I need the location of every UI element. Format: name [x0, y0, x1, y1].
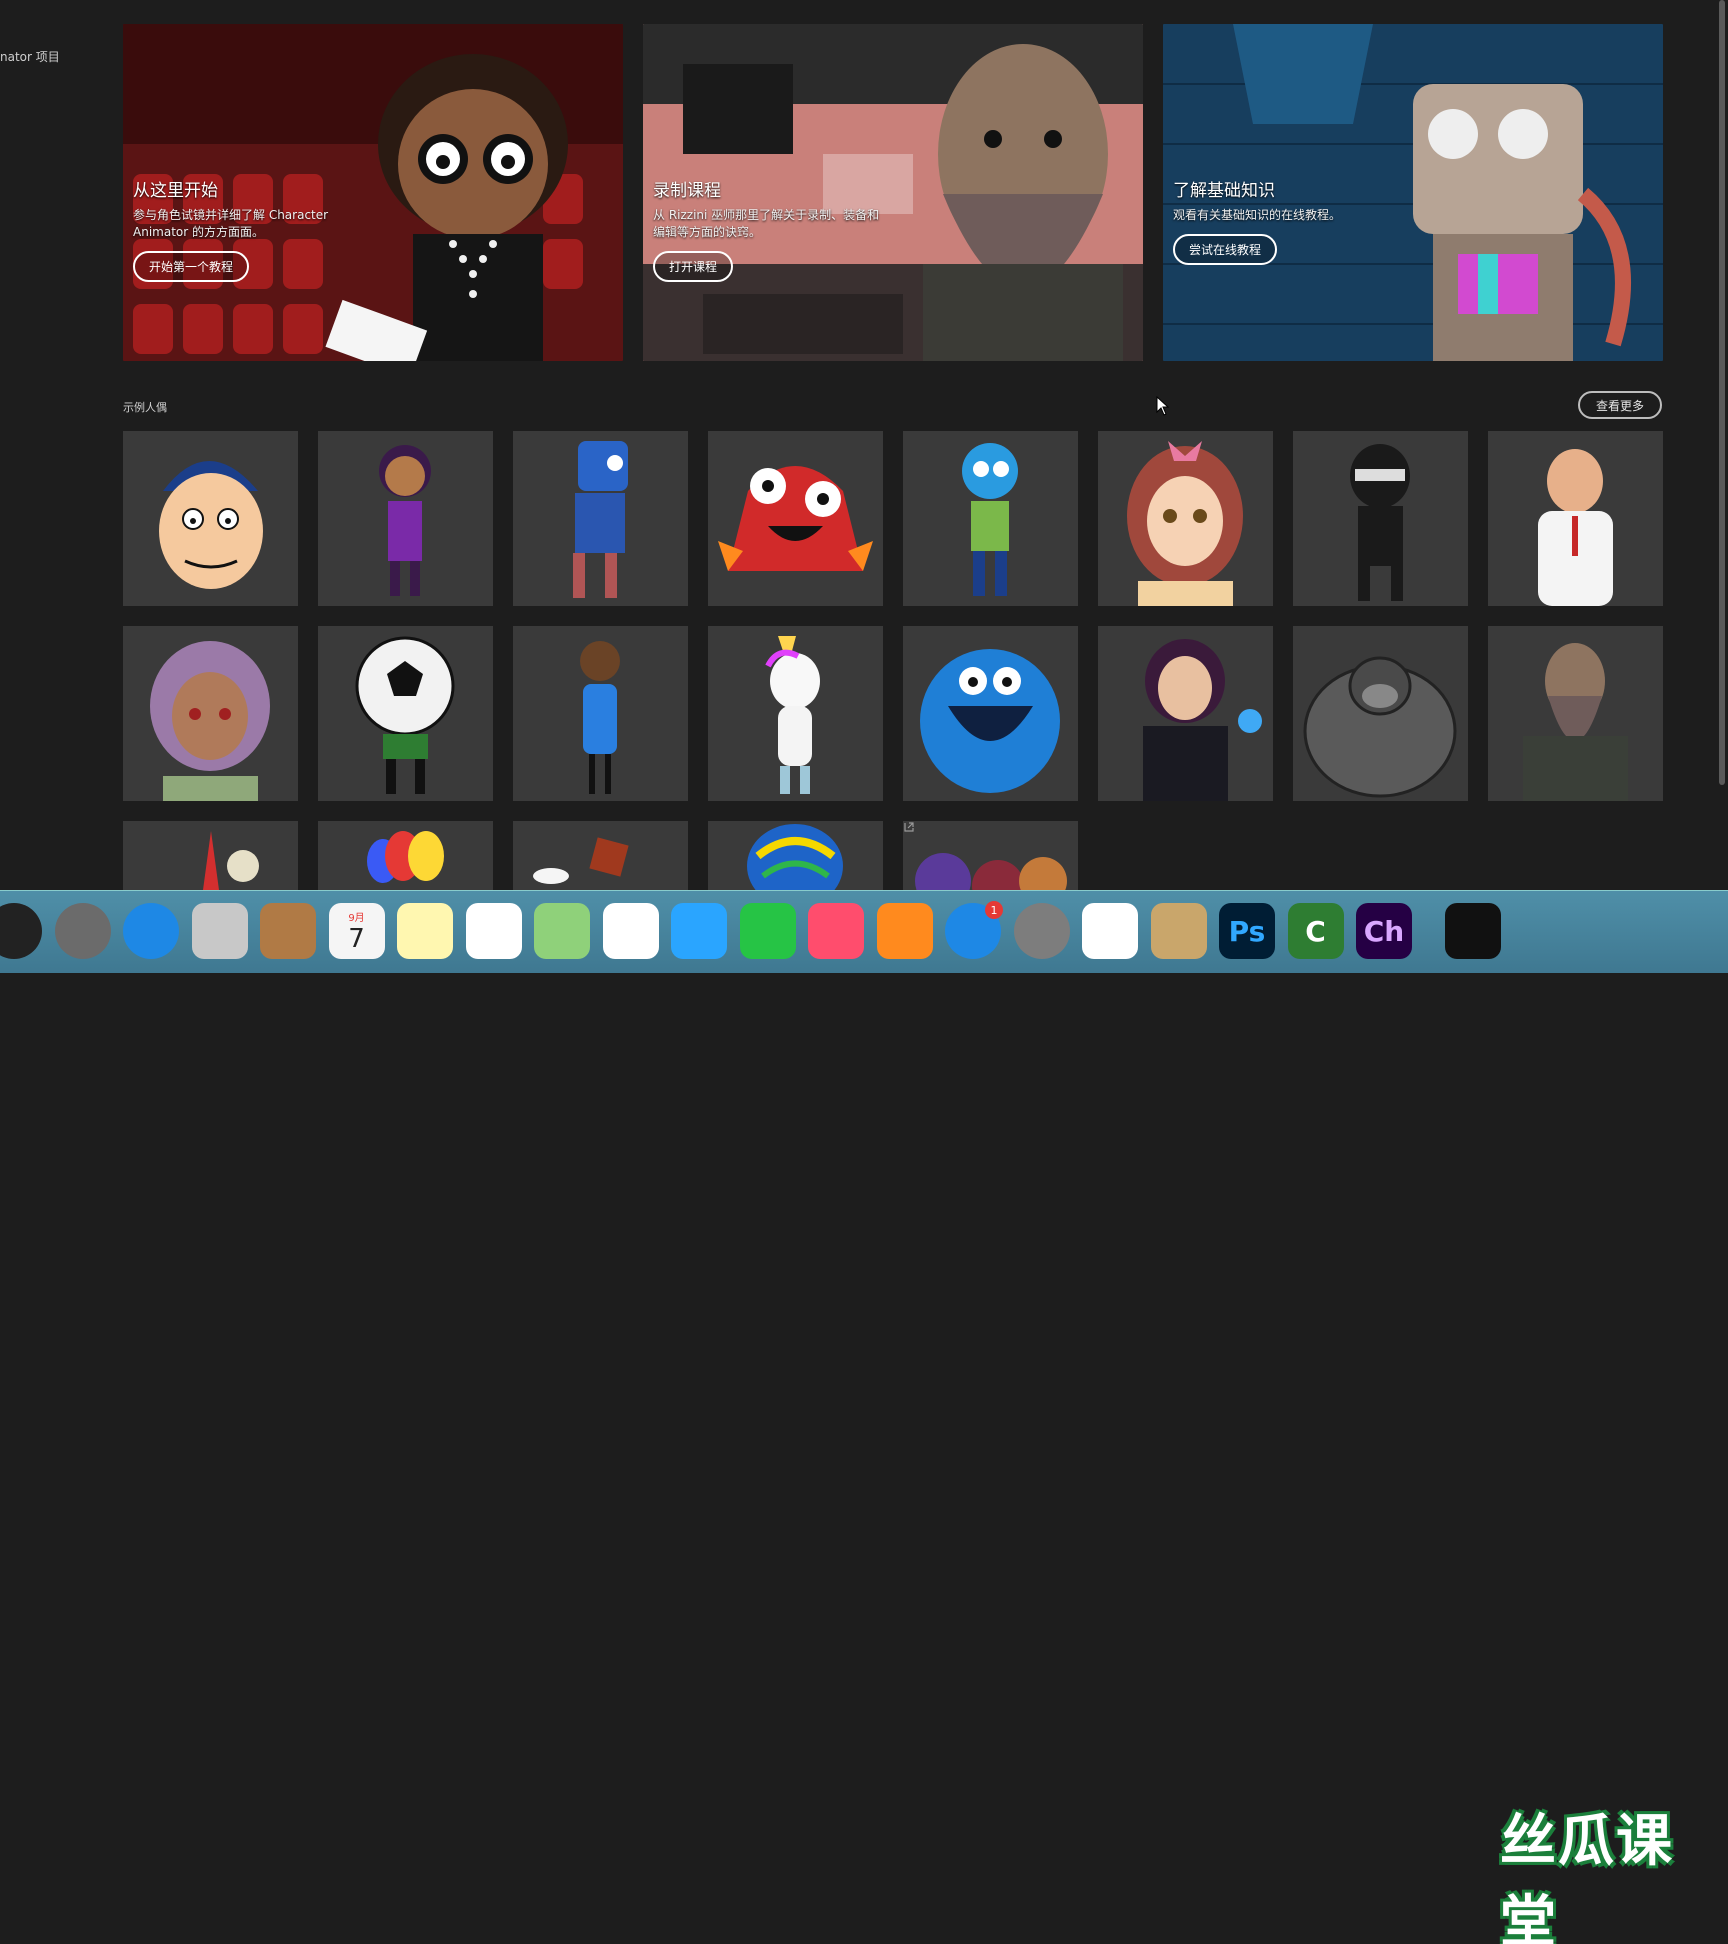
safari-icon[interactable] [123, 903, 179, 959]
puppet-blue-beast[interactable] [903, 626, 1078, 801]
puppet-blue-robot[interactable] [513, 431, 688, 606]
screen-recorder-icon[interactable] [1444, 903, 1501, 959]
mouse-cursor-icon [1156, 396, 1170, 416]
reminders-icon-glyph [466, 903, 522, 959]
archive-utility-icon[interactable] [1150, 903, 1207, 959]
facetime-icon[interactable] [739, 903, 796, 959]
appstore-icon[interactable]: 1 [945, 901, 1003, 959]
launchpad-icon-glyph [55, 903, 111, 959]
character-animator-icon-glyph: Ch [1363, 914, 1405, 948]
scrollbar-thumb[interactable] [1719, 0, 1725, 785]
books-icon-glyph [877, 903, 933, 959]
contacts-icon-glyph [260, 903, 316, 959]
siri-icon[interactable] [0, 903, 42, 959]
maps-icon-glyph [534, 903, 590, 959]
photos-icon[interactable] [602, 903, 659, 959]
puppet-red-monster[interactable] [708, 431, 883, 606]
hero-start-here-title: 从这里开始 [133, 181, 218, 201]
system-preferences-icon[interactable] [1013, 903, 1070, 959]
hero-start-here[interactable]: 从这里开始 参与角色试镜并详细了解 Character Animator 的方方… [123, 24, 623, 361]
screen-recorder-icon-glyph [1445, 903, 1501, 959]
reminders-icon[interactable] [465, 903, 522, 959]
puppet-catgirl-purple[interactable] [123, 626, 298, 801]
notification-badge: 1 [985, 901, 1003, 919]
music-icon-glyph [808, 903, 864, 959]
puppet-ninja[interactable] [1293, 431, 1468, 606]
photoshop-icon-glyph: Ps [1228, 914, 1266, 948]
camtasia-icon-glyph: C [1305, 914, 1326, 948]
puppet-anime-girl[interactable] [1098, 431, 1273, 606]
puppet-girl-purple-dress[interactable] [318, 431, 493, 606]
safari-icon-glyph [123, 903, 179, 959]
facetime-icon-glyph [740, 903, 796, 959]
puppet-doctor[interactable] [1488, 431, 1663, 606]
contacts-icon[interactable] [260, 903, 316, 959]
hero-basics-title: 了解基础知识 [1173, 181, 1275, 201]
hero-start-here-desc: 参与角色试镜并详细了解 Character Animator 的方方面面。 [133, 208, 329, 239]
baidu-netdisk-icon[interactable] [1082, 903, 1138, 959]
calendar-month: 9月 [348, 912, 365, 924]
hero-record-course-desc: 从 Rizzini 巫师那里了解关于录制、装备和编辑等方面的诀窍。 [653, 208, 880, 239]
puppet-soccer-ball[interactable] [318, 626, 493, 801]
photos-icon-glyph [603, 903, 659, 959]
music-icon[interactable] [808, 903, 864, 959]
puppet-unicorn[interactable] [708, 626, 883, 801]
mail-stamp-icon[interactable] [191, 903, 248, 959]
sidebar-project-label[interactable]: nator 项目 [0, 48, 60, 65]
scrollbar[interactable] [1716, 0, 1728, 790]
archive-utility-icon-glyph [1151, 903, 1207, 959]
hero-basics-desc: 观看有关基础知识的在线教程。 [1173, 208, 1342, 222]
see-more-button[interactable]: 查看更多 [1578, 391, 1662, 419]
puppet-balloons[interactable] [318, 821, 493, 890]
sample-puppets-title: 示例人偶 [123, 401, 167, 414]
notes-icon-glyph [397, 903, 453, 959]
character-animator-icon[interactable]: Ch [1356, 903, 1412, 959]
try-online-tutorial-button[interactable]: 尝试在线教程 [1173, 234, 1278, 265]
launchpad-icon[interactable] [54, 903, 111, 959]
puppet-wizard[interactable] [1488, 626, 1663, 801]
baidu-netdisk-icon-glyph [1082, 903, 1138, 959]
dock: 9月 7 1 Ps C Ch 丝瓜课堂 [0, 890, 1728, 1944]
calendar-icon-glyph: 9月 7 [329, 903, 385, 959]
mail-stamp-icon-glyph [192, 903, 248, 959]
watermark-logo: 丝瓜课堂 [1500, 1809, 1674, 1944]
puppet-blue-cat[interactable] [903, 431, 1078, 606]
messages-icon[interactable] [671, 903, 727, 959]
messages-icon-glyph [671, 903, 727, 959]
books-icon[interactable] [876, 903, 933, 959]
open-course-button[interactable]: 打开课程 [653, 251, 734, 282]
puppet-boy-blue-hair[interactable] [123, 431, 298, 606]
puppet-paper-crane[interactable] [513, 821, 688, 890]
calendar-day: 7 [348, 923, 365, 954]
puppet-gorilla[interactable] [1293, 626, 1468, 801]
siri-icon-glyph [0, 903, 42, 959]
photoshop-icon[interactable]: Ps [1219, 903, 1275, 959]
calendar-icon[interactable]: 9月 7 [328, 903, 385, 959]
maps-icon[interactable] [534, 903, 590, 959]
notes-icon[interactable] [397, 903, 453, 959]
puppet-colorful-head[interactable] [708, 821, 883, 890]
puppet-group-characters[interactable] [903, 821, 1078, 890]
hero-record-course-title: 录制课程 [653, 181, 721, 201]
hero-record-course[interactable]: 录制课程 从 Rizzini 巫师那里了解关于录制、装备和编辑等方面的诀窍。 打… [643, 24, 1143, 361]
start-first-tutorial-button[interactable]: 开始第一个教程 [133, 251, 250, 282]
puppet-blue-shirt-kid[interactable] [513, 626, 688, 801]
system-preferences-icon-glyph [1014, 903, 1070, 959]
puppet-witch-girl[interactable] [1098, 626, 1273, 801]
hero-basics[interactable]: 了解基础知识 观看有关基础知识的在线教程。 尝试在线教程 [1163, 24, 1663, 361]
camtasia-icon[interactable]: C [1287, 903, 1344, 959]
external-link-icon [904, 822, 914, 832]
puppet-red-cone[interactable] [123, 821, 298, 890]
